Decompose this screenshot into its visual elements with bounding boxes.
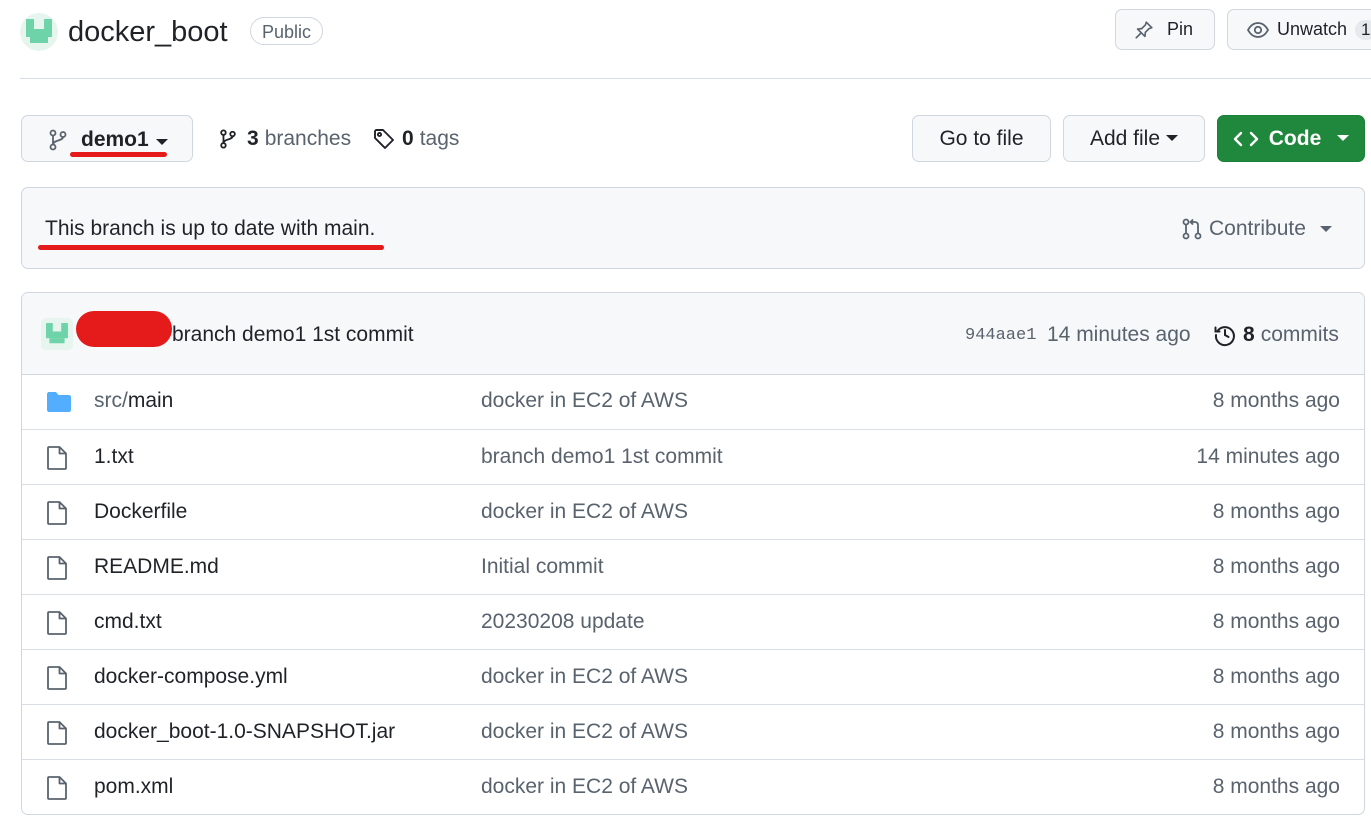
pin-button[interactable]: Pin [1115,9,1215,50]
file-commit-message-link[interactable]: docker in EC2 of AWS [481,499,688,525]
file-icon [46,445,68,471]
file-commit-age: 8 months ago [1212,665,1340,688]
history-icon [1213,323,1237,347]
file-table: branch demo1 1st commit 944aae1 14 minut… [21,292,1365,815]
file-name-text: docker_boot-1.0-SNAPSHOT.jar [94,720,396,743]
file-icon [46,610,68,636]
file-name-text: docker-compose.yml [94,665,288,688]
unwatch-label: Unwatch [1277,19,1348,39]
branches-count: 3 [247,127,259,150]
file-name-text: Dockerfile [94,500,188,523]
pull-request-icon [1181,217,1203,241]
commits-label: commits [1260,323,1339,346]
pin-label: Pin [1167,19,1194,39]
file-name-link[interactable]: src/main [94,388,173,414]
chevron-down-icon [1166,135,1179,142]
header-divider [20,78,1371,79]
file-commit-age: 8 months ago [1212,500,1340,523]
file-row[interactable]: Dockerfile docker in EC2 of AWS 8 months… [22,484,1364,539]
commit-age: 14 minutes ago [1047,323,1191,346]
chevron-down-icon [1337,135,1350,142]
file-name-text: 1.txt [94,445,134,468]
commit-sha-link[interactable]: 944aae1 [965,325,1036,347]
eye-icon [1246,18,1270,42]
file-commit-message-link[interactable]: docker in EC2 of AWS [481,774,688,800]
repo-name[interactable]: docker_boot [68,13,228,51]
visibility-badge: Public [250,17,324,45]
contribute-label: Contribute [1209,217,1306,240]
file-row[interactable]: pom.xml docker in EC2 of AWS 8 months ag… [22,759,1364,814]
commits-count: 8 [1243,323,1255,346]
code-icon [1233,130,1259,148]
file-commit-age: 8 months ago [1212,555,1340,578]
add-file-button[interactable]: Add file [1063,115,1205,162]
branch-status-text: This branch is up to date with main. [45,217,376,240]
file-name-text: pom.xml [94,775,174,798]
author-name-redaction [76,311,172,347]
repo-owner-avatar[interactable] [20,13,58,51]
commits-history-link[interactable]: 8 commits [1213,322,1339,348]
file-icon [46,665,68,691]
file-name-text: cmd.txt [94,610,162,633]
tags-label: tags [419,127,460,150]
file-name-link[interactable]: Dockerfile [94,499,187,525]
commit-author-avatar[interactable] [41,318,73,350]
file-commit-message-link[interactable]: docker in EC2 of AWS [481,719,688,745]
file-name-link[interactable]: pom.xml [94,774,173,800]
tag-icon [372,127,396,151]
file-icon [46,775,68,801]
unwatch-button[interactable]: Unwatch 1 [1227,9,1371,50]
file-commit-message-link[interactable]: docker in EC2 of AWS [481,664,688,690]
commit-message-link[interactable]: branch demo1 1st commit [172,322,414,348]
chevron-down-icon [156,139,168,146]
file-name-link[interactable]: docker-compose.yml [94,664,288,690]
file-row[interactable]: README.md Initial commit 8 months ago [22,539,1364,594]
add-file-label: Add file [1089,126,1161,150]
code-label: Code [1268,126,1322,150]
file-name-link[interactable]: cmd.txt [94,609,162,635]
file-name-link[interactable]: README.md [94,554,219,580]
file-icon [46,500,68,526]
file-commit-message-link[interactable]: 20230208 update [481,609,645,635]
file-row[interactable]: 1.txt branch demo1 1st commit 14 minutes… [22,429,1364,484]
go-to-file-button[interactable]: Go to file [912,115,1051,162]
folder-icon [46,391,72,413]
file-commit-message-link[interactable]: Initial commit [481,554,604,580]
file-row[interactable]: cmd.txt 20230208 update 8 months ago [22,594,1364,649]
chevron-down-icon [1319,225,1332,233]
tags-link[interactable]: 0 tags [372,126,459,152]
pin-icon [1133,19,1155,41]
branches-label: branches [264,127,352,150]
branch-highlight-underline [70,152,167,157]
git-branch-icon [47,128,69,152]
file-name-prefix: src/ [94,389,128,412]
code-button[interactable]: Code [1217,115,1365,162]
latest-commit-header: branch demo1 1st commit 944aae1 14 minut… [22,293,1364,375]
contribute-button[interactable]: Contribute [1181,216,1332,242]
file-name-text: main [127,389,174,412]
file-name-text: README.md [94,555,219,578]
file-icon [46,555,68,581]
current-branch-label: demo1 [81,128,149,151]
file-commit-age: 8 months ago [1212,720,1340,743]
branches-link[interactable]: 3 branches [218,126,351,152]
file-commit-age: 8 months ago [1212,610,1340,633]
file-row[interactable]: docker_boot-1.0-SNAPSHOT.jar docker in E… [22,704,1364,759]
file-commit-age: 8 months ago [1212,389,1340,412]
status-highlight-underline [38,245,384,250]
file-commit-age: 14 minutes ago [1196,445,1340,468]
file-name-link[interactable]: 1.txt [94,444,134,470]
file-commit-message-link[interactable]: branch demo1 1st commit [481,444,723,470]
file-commit-age: 8 months ago [1212,775,1340,798]
file-row[interactable]: src/main docker in EC2 of AWS 8 months a… [22,374,1364,429]
file-icon [46,720,68,746]
tags-count: 0 [402,127,414,150]
file-commit-message-link[interactable]: docker in EC2 of AWS [481,388,688,414]
git-branch-icon [218,127,238,151]
watch-count: 1 [1355,19,1371,40]
file-name-link[interactable]: docker_boot-1.0-SNAPSHOT.jar [94,719,395,745]
file-row[interactable]: docker-compose.yml docker in EC2 of AWS … [22,649,1364,704]
